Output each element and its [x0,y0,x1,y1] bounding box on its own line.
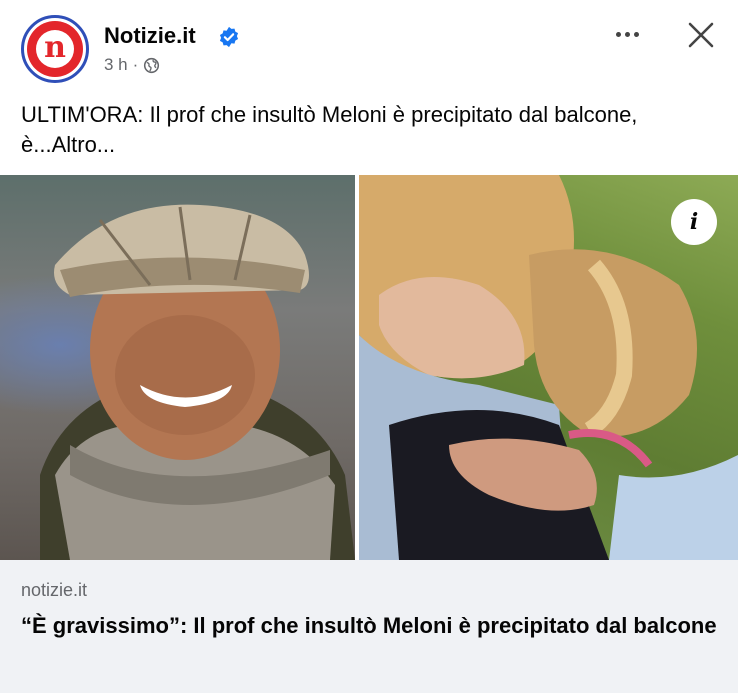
link-domain: notizie.it [21,580,88,600]
brand-logo: n [27,21,83,77]
link-preview[interactable]: notizie.it “È gravissimo”: Il prof che i… [0,560,738,693]
info-icon[interactable]: i [671,199,717,245]
post-header: n Notizie.it 3 h · [0,0,738,95]
dot [615,31,621,37]
globe-icon [144,57,160,73]
photo-man-portrait [0,175,355,560]
post-time[interactable]: 3 h [104,55,128,75]
dot [624,31,630,37]
page-avatar[interactable]: n [21,15,89,83]
post-meta: 3 h · [104,55,160,75]
brand-logo-letter: n [36,30,74,68]
meta-separator: · [132,55,139,74]
link-title: “È gravissimo”: Il prof che insultò Melo… [21,613,717,638]
post-text: ULTIM'ORA: Il prof che insultò Meloni è … [21,102,638,157]
more-options-icon[interactable] [609,22,645,46]
post-image[interactable] [0,175,738,560]
page-name[interactable]: Notizie.it [104,23,196,49]
dot [633,31,639,37]
close-icon[interactable] [684,18,718,52]
verified-badge-icon [219,26,239,48]
